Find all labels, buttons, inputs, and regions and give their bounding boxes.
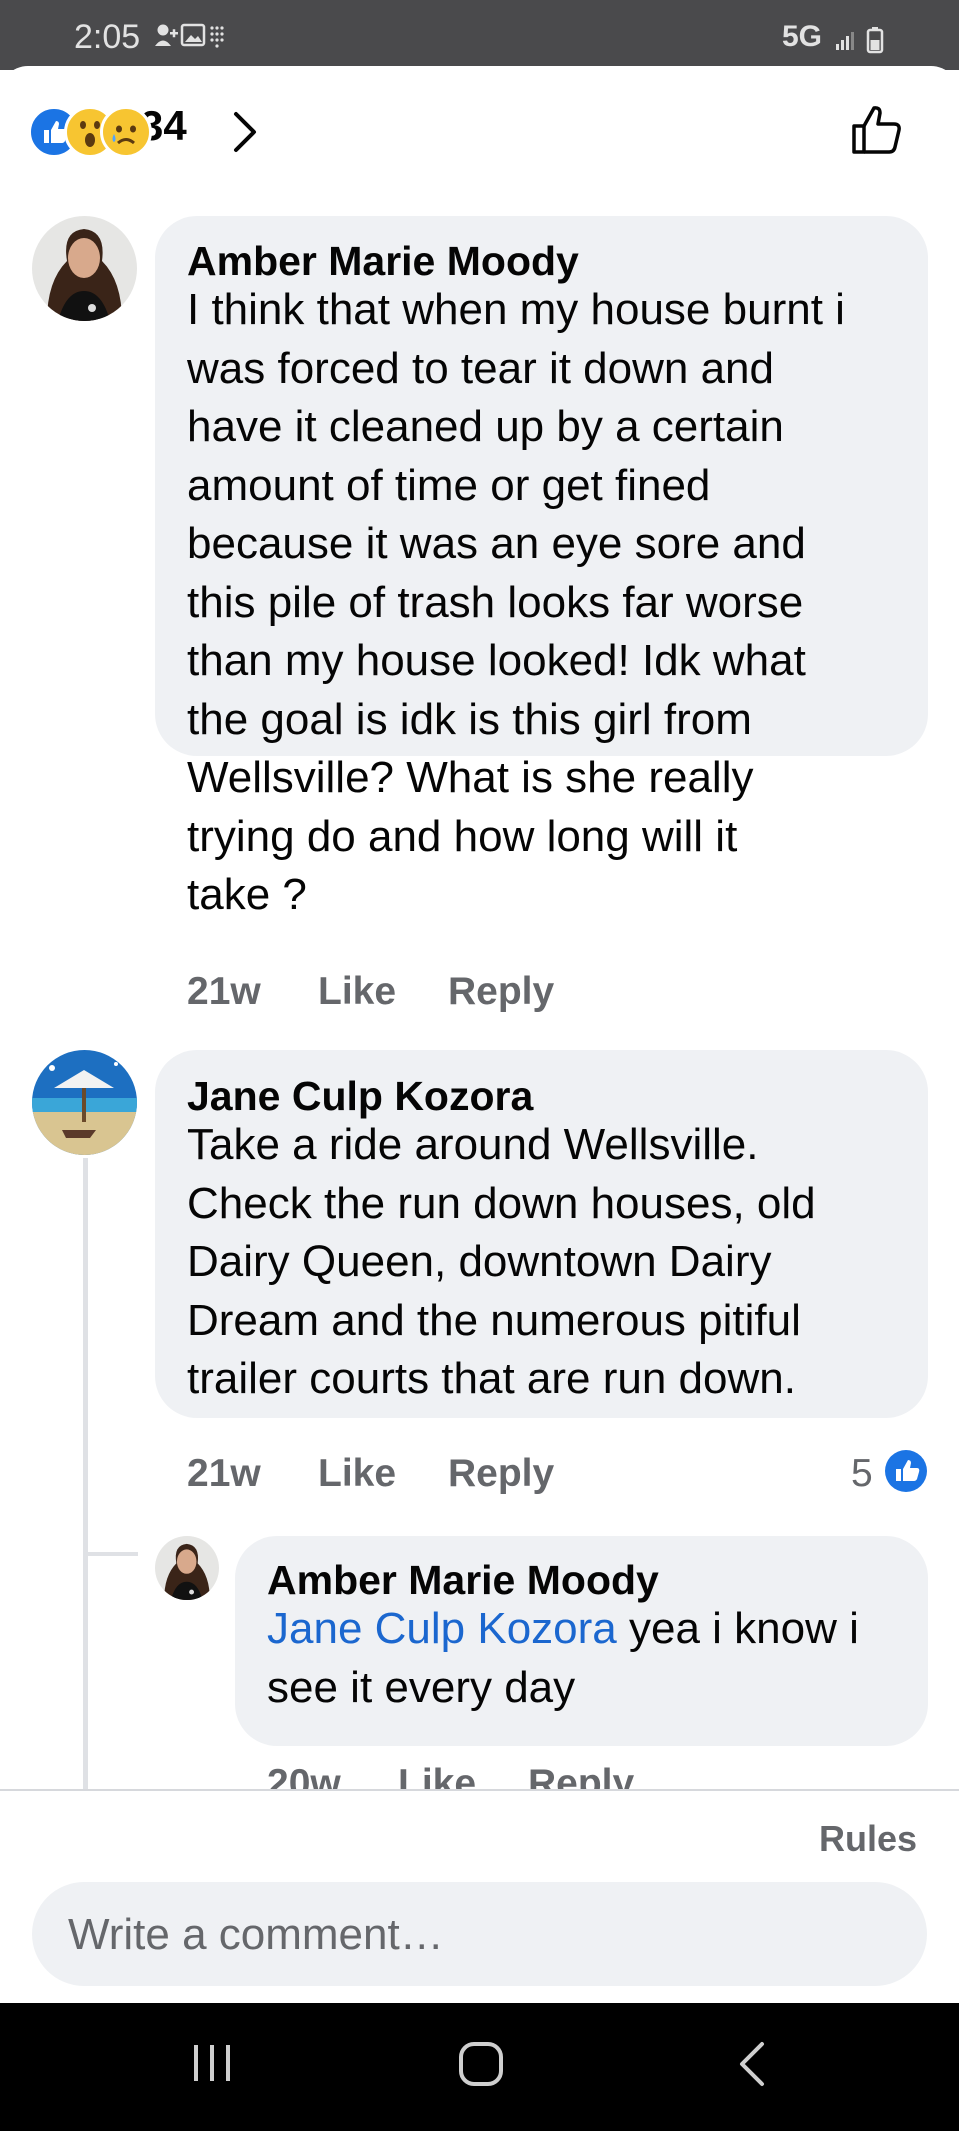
chevron-right-icon[interactable] <box>232 110 258 159</box>
like-comment-button[interactable]: Like <box>318 970 396 1014</box>
comment-timestamp[interactable]: 21w <box>187 970 261 1014</box>
comment-line: Check the run down houses, old <box>187 1178 816 1228</box>
reply-text-rest: yea i know i <box>616 1604 859 1653</box>
avatar-amber-small[interactable] <box>155 1536 219 1600</box>
comment-actions: 21w Like Reply <box>187 1452 587 1502</box>
comment-text: Take a ride around Wellsville. Check the… <box>187 1116 816 1409</box>
recents-icon[interactable] <box>188 2039 238 2092</box>
comment-line: the goal is idk is this girl from <box>187 694 752 744</box>
status-bar: 2:05 5G <box>0 0 959 70</box>
comment-line: take ? <box>187 870 307 919</box>
comment-line: trailer courts that are run down. <box>187 1354 796 1403</box>
reply-author[interactable]: Amber Marie Moody <box>267 1557 659 1604</box>
comment-line: amount of time or get fined <box>187 460 711 510</box>
thread-line <box>83 1158 88 1798</box>
comment-text: I think that when my house burnt i was f… <box>187 281 845 925</box>
comment-author[interactable]: Jane Culp Kozora <box>187 1073 533 1120</box>
reply-button[interactable]: Reply <box>448 970 554 1014</box>
comment-actions: 21w Like Reply <box>187 970 587 1020</box>
comment-line: than my house looked! Idk what <box>187 636 806 685</box>
comment-line: trying do and how long will it <box>187 811 738 861</box>
comment-line: I think that when my house burnt i <box>187 285 845 334</box>
like-post-icon[interactable] <box>850 102 906 163</box>
sad-reaction-icon <box>100 106 152 158</box>
status-notification-icons <box>154 22 224 55</box>
thread-connector <box>88 1552 138 1556</box>
footer-divider <box>0 1789 959 1791</box>
back-icon[interactable] <box>732 2039 772 2094</box>
signal-battery-icons <box>832 26 892 59</box>
comment-line: Take a ride around Wellsville. <box>187 1120 759 1169</box>
mention-link[interactable]: Jane Culp Kozora <box>267 1604 617 1653</box>
reply-text: Jane Culp Kozora yea i know i see it eve… <box>267 1600 859 1717</box>
comment-line: Dream and the numerous pitiful <box>187 1295 801 1345</box>
comment-composer[interactable] <box>32 1882 927 1988</box>
network-type: 5G <box>782 20 823 53</box>
avatar-jane[interactable] <box>32 1050 137 1155</box>
comment-timestamp[interactable]: 21w <box>187 1452 261 1496</box>
system-nav-bar <box>0 2003 959 2131</box>
reply-line: see it every day <box>267 1662 576 1712</box>
comment-like-count[interactable]: 5 <box>851 1452 873 1496</box>
comment-author[interactable]: Amber Marie Moody <box>187 238 579 285</box>
comment-line: because it was an eye sore and <box>187 519 806 568</box>
comment-line: have it cleaned up by a certain <box>187 402 784 451</box>
comment-input[interactable] <box>66 1882 890 1988</box>
home-icon[interactable] <box>456 2039 506 2094</box>
comment-line: Wellsville? What is she really <box>187 753 754 802</box>
like-comment-button[interactable]: Like <box>318 1452 396 1496</box>
comment-line: Dairy Queen, downtown Dairy <box>187 1237 772 1286</box>
comment-line: was forced to tear it down and <box>187 343 774 393</box>
signal-icon <box>836 27 884 54</box>
comment-line: this pile of trash looks far worse <box>187 577 804 627</box>
rules-link[interactable]: Rules <box>819 1818 917 1860</box>
avatar-amber[interactable] <box>32 216 137 321</box>
reply-line: Jane Culp Kozora yea i know i <box>267 1600 859 1659</box>
notification-icons <box>155 23 224 48</box>
comments-sheet: 34 Amber Marie Moody I think that when m… <box>0 66 959 2003</box>
status-time: 2:05 <box>74 18 141 56</box>
reply-button[interactable]: Reply <box>448 1452 554 1496</box>
like-badge-icon[interactable] <box>884 1449 928 1498</box>
